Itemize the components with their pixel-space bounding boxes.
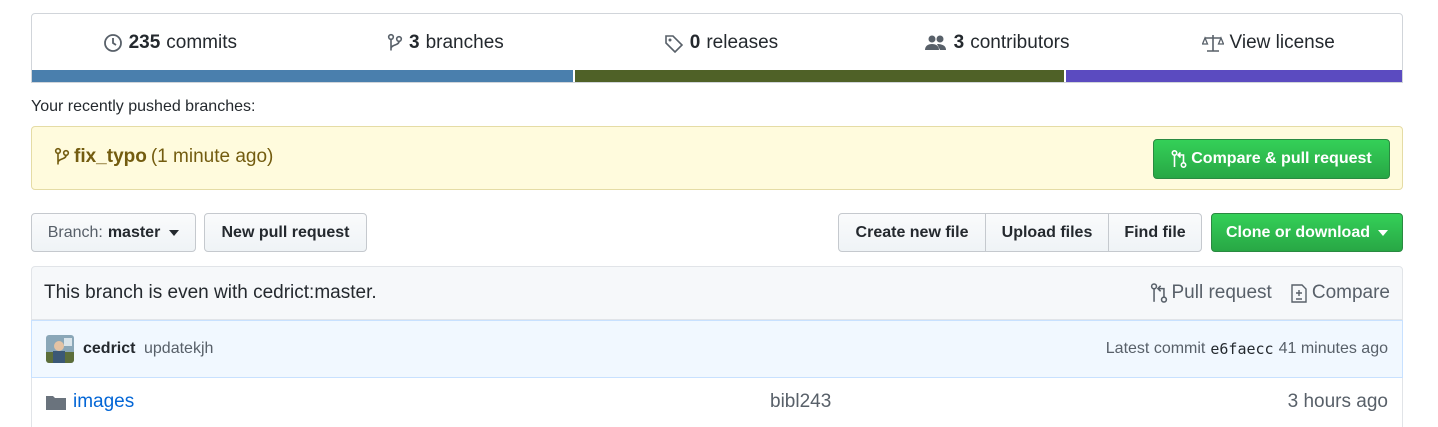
recent-branch-banner: fix_typo (1 minute ago) Compare & pull r…: [31, 126, 1403, 190]
compare-pull-request-label: Compare & pull request: [1191, 150, 1372, 167]
branches-link[interactable]: 3 branches: [308, 32, 584, 54]
latest-commit-prefix: Latest commit: [1105, 340, 1206, 357]
git-pull-request-icon: [1150, 282, 1168, 304]
compare-pull-request-button[interactable]: Compare & pull request: [1153, 139, 1390, 179]
view-license-link[interactable]: View license: [1134, 32, 1402, 54]
clone-download-button[interactable]: Clone or download: [1211, 213, 1403, 252]
license-label: View license: [1229, 32, 1335, 53]
repo-summary: 235 commits 3 branches 0 releases 3 cont…: [31, 13, 1403, 83]
recent-branch-time: (1 minute ago): [150, 146, 274, 167]
file-name[interactable]: images: [73, 391, 134, 413]
git-pull-request-icon: [1171, 149, 1187, 169]
latest-commit-bar: cedrict updatekjh Latest commit e6faecc …: [31, 320, 1403, 378]
clone-download-label: Clone or download: [1226, 223, 1370, 241]
commit-age: 41 minutes ago: [1278, 340, 1388, 357]
history-icon: [103, 33, 123, 53]
folder-icon: [46, 394, 66, 410]
people-icon: [924, 33, 948, 53]
compare-link[interactable]: Compare: [1290, 282, 1390, 304]
chevron-down-icon: [1378, 229, 1388, 236]
create-new-file-button[interactable]: Create new file: [838, 213, 986, 252]
git-branch-icon: [54, 147, 70, 167]
tag-icon: [664, 33, 684, 53]
releases-link[interactable]: 0 releases: [583, 32, 859, 54]
commits-link[interactable]: 235 commits: [32, 32, 308, 54]
commits-count: 235: [128, 32, 161, 53]
avatar[interactable]: [46, 335, 74, 363]
compare-label: Compare: [1311, 282, 1390, 303]
branches-count: 3: [409, 32, 420, 53]
commit-author[interactable]: cedrict: [83, 340, 135, 358]
file-commit-message[interactable]: bibl243: [770, 391, 831, 413]
branch-select-button[interactable]: Branch: master: [31, 213, 196, 252]
law-icon: [1201, 33, 1224, 53]
file-row: images bibl243 3 hours ago: [31, 378, 1403, 427]
contributors-count: 3: [953, 32, 965, 53]
latest-commit-info: Latest commit e6faecc 41 minutes ago: [1106, 340, 1388, 358]
upload-files-button[interactable]: Upload files: [985, 213, 1109, 252]
find-file-button[interactable]: Find file: [1108, 213, 1202, 252]
contributors-label: contributors: [970, 32, 1070, 53]
chevron-down-icon: [169, 229, 180, 236]
language-segment: [32, 70, 574, 82]
branch-name: master: [107, 223, 161, 241]
branch-status-bar: This branch is even with cedrict:master.…: [31, 266, 1403, 320]
commits-label: commits: [166, 32, 238, 53]
commit-sha[interactable]: e6faecc: [1210, 340, 1273, 358]
git-branch-icon: [387, 33, 403, 53]
branch-status-text: This branch is even with cedrict:master.: [44, 282, 377, 303]
language-segment: [1063, 70, 1402, 82]
new-pull-request-button[interactable]: New pull request: [204, 213, 367, 252]
file-actions-group: Create new file Upload files Find file: [838, 213, 1202, 252]
branch-prefix: Branch:: [47, 223, 103, 241]
branch-status-actions: Pull request Compare: [1150, 282, 1390, 304]
commit-message[interactable]: updatekjh: [144, 340, 213, 358]
recent-branch-name[interactable]: fix_typo: [74, 146, 147, 168]
branches-label: branches: [425, 32, 504, 53]
file-age: 3 hours ago: [1287, 391, 1388, 412]
releases-label: releases: [706, 32, 779, 53]
pull-request-link[interactable]: Pull request: [1150, 282, 1272, 304]
diff-icon: [1290, 282, 1308, 304]
language-segment: [573, 70, 1064, 82]
releases-count: 0: [689, 32, 701, 53]
pull-request-label: Pull request: [1171, 282, 1272, 303]
recent-branch: fix_typo (1 minute ago): [54, 146, 273, 168]
contributors-link[interactable]: 3 contributors: [859, 32, 1135, 54]
language-bar[interactable]: [32, 70, 1402, 82]
recent-branches-heading: Your recently pushed branches:: [31, 98, 256, 115]
